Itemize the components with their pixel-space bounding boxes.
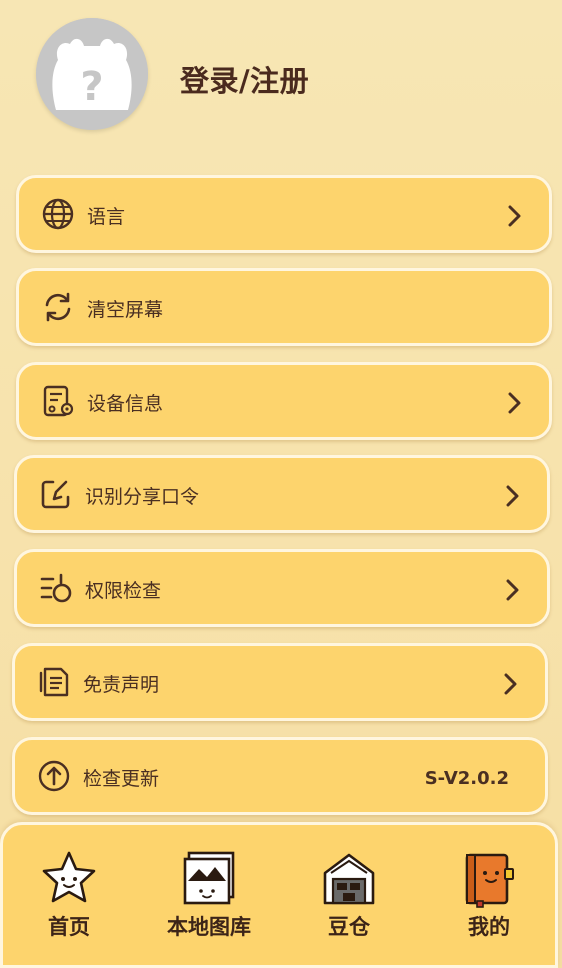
- menu-item-label: 清空屏幕: [87, 299, 164, 321]
- device-info-icon: [41, 384, 75, 418]
- menu-item-label: 权限检查: [85, 580, 162, 602]
- refresh-icon: [41, 290, 75, 324]
- menu-item-label: 免责声明: [83, 674, 160, 696]
- nav-item-local-gallery[interactable]: 本地图库: [149, 849, 269, 959]
- upload-arrow-icon: [37, 759, 71, 793]
- avatar[interactable]: ?: [36, 18, 148, 130]
- menu-item-label: 识别分享口令: [85, 486, 200, 508]
- share-code-icon: [39, 477, 73, 511]
- chevron-right-icon: [503, 482, 523, 510]
- notebook-icon: [465, 853, 514, 908]
- menu-item-share-code[interactable]: 识别分享口令: [14, 455, 550, 533]
- menu-item-language[interactable]: 语言: [16, 175, 552, 253]
- menu-item-label: 语言: [87, 206, 126, 228]
- chevron-right-icon: [501, 670, 521, 698]
- warehouse-icon: [323, 853, 375, 905]
- star-face-icon: [42, 851, 96, 903]
- menu-item-label: 检查更新: [83, 768, 160, 790]
- menu-item-label: 设备信息: [87, 393, 164, 415]
- default-avatar-icon: ?: [36, 18, 148, 130]
- nav-item-bean-warehouse[interactable]: 豆仓: [289, 849, 409, 959]
- menu-item-permission-check[interactable]: 权限检查: [14, 549, 550, 627]
- svg-text:?: ?: [80, 64, 103, 110]
- menu-item-disclaimer[interactable]: 免责声明: [12, 643, 548, 721]
- chevron-right-icon: [505, 389, 525, 417]
- nav-label: 首页: [48, 915, 90, 939]
- document-icon: [37, 665, 71, 699]
- profile-header: ? 登录/注册: [0, 0, 562, 160]
- globe-icon: [41, 197, 75, 231]
- chevron-right-icon: [505, 202, 525, 230]
- login-register-link[interactable]: 登录/注册: [180, 58, 309, 100]
- nav-label: 本地图库: [167, 915, 251, 939]
- nav-item-mine[interactable]: 我的: [429, 849, 549, 959]
- photo-gallery-icon: [183, 851, 235, 905]
- nav-item-home[interactable]: 首页: [9, 849, 129, 959]
- version-text: S-V2.0.2: [424, 768, 509, 789]
- menu-item-device-info[interactable]: 设备信息: [16, 362, 552, 440]
- nav-label: 我的: [468, 915, 510, 939]
- bottom-nav: 首页 本地图库 豆仓 我的: [0, 822, 558, 968]
- nav-label: 豆仓: [328, 915, 370, 939]
- menu-item-clear-screen[interactable]: 清空屏幕: [16, 268, 552, 346]
- menu-item-check-update[interactable]: 检查更新 S-V2.0.2: [12, 737, 548, 815]
- permission-check-icon: [39, 571, 73, 605]
- chevron-right-icon: [503, 576, 523, 604]
